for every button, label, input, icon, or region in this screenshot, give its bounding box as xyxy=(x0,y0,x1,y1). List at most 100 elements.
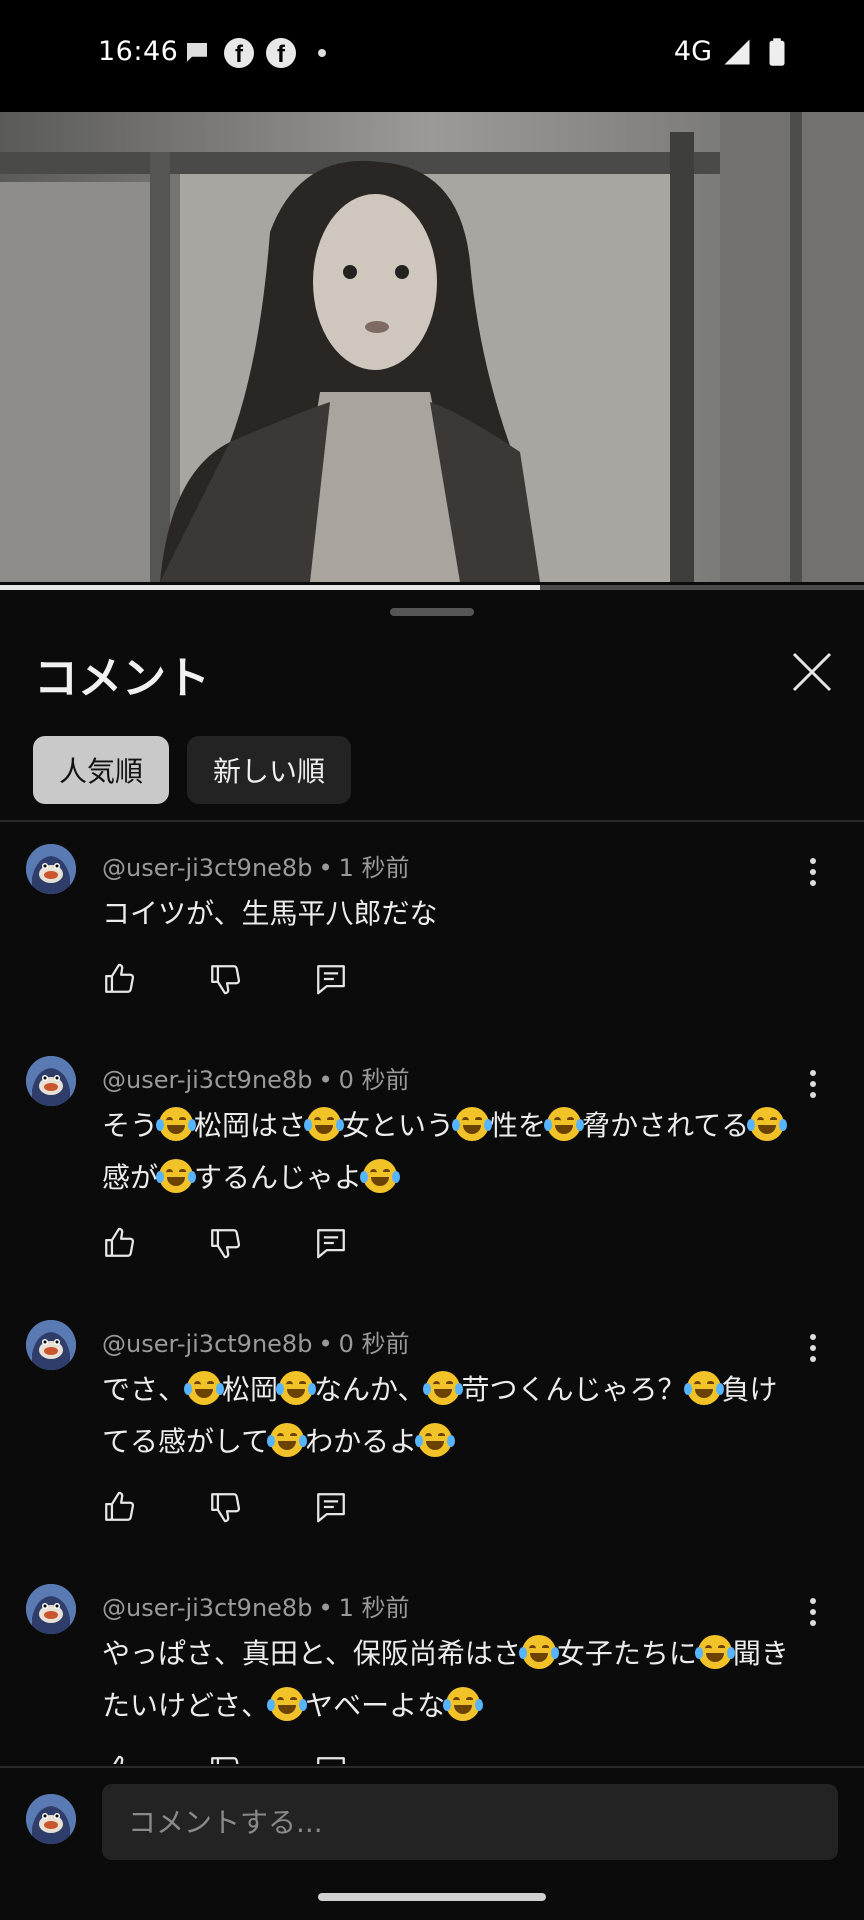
comment-item: @user-ji3ct9ne8b • 0 秒前 でさ、 松岡 なんか、 苛つくんじゃろ？ 負け… xyxy=(0,1320,864,1584)
comment-author[interactable]: @user-ji3ct9ne8b xyxy=(102,1066,312,1094)
more-options-icon[interactable] xyxy=(800,1592,826,1632)
divider xyxy=(0,820,864,822)
meta-separator: • xyxy=(318,1066,333,1094)
comment-text-segment: 女という xyxy=(342,1109,455,1142)
comment-time: 0 秒前 xyxy=(338,1066,410,1094)
comment-text: でさ、 松岡 なんか、 苛つくんじゃろ？ 負けてる感がして わかるよ xyxy=(102,1364,802,1468)
notification-icons: f f xyxy=(182,38,326,68)
status-right: 4G xyxy=(674,36,792,67)
comment-input[interactable] xyxy=(102,1784,838,1860)
comment-text: やっぱさ、真田と、保阪尚希はさ 女子たちに 聞きたいけどさ、 ヤベーよな xyxy=(102,1628,802,1732)
comment-text-segment: 性を xyxy=(490,1109,547,1142)
laughing-tears-emoji-icon xyxy=(276,1371,317,1405)
close-icon[interactable] xyxy=(786,646,838,698)
meta-separator: • xyxy=(318,1594,333,1622)
comment-text: コイツが、生馬平八郎だな xyxy=(102,888,802,940)
meta-separator: • xyxy=(318,1330,333,1358)
laughing-tears-emoji-icon xyxy=(683,1371,724,1405)
sort-chip-popular[interactable]: 人気順 xyxy=(33,736,170,804)
laughing-tears-emoji-icon xyxy=(747,1107,788,1141)
dislike-icon[interactable] xyxy=(208,1754,242,1764)
comment-time: 1 秒前 xyxy=(338,854,410,882)
comment-text-segment: 松岡 xyxy=(222,1373,279,1406)
video-frame xyxy=(0,112,864,582)
like-icon[interactable] xyxy=(102,1490,136,1524)
comment-text-segment: そう xyxy=(102,1109,159,1142)
laughing-tears-emoji-icon xyxy=(694,1635,735,1669)
drag-handle[interactable] xyxy=(390,608,474,616)
more-options-icon[interactable] xyxy=(800,1328,826,1368)
reply-icon[interactable] xyxy=(314,1490,348,1524)
dot-icon xyxy=(318,49,326,57)
comment-meta: @user-ji3ct9ne8b • 0 秒前 xyxy=(102,1060,410,1095)
laughing-tears-emoji-icon xyxy=(156,1159,197,1193)
laughing-tears-emoji-icon xyxy=(423,1371,464,1405)
comment-author[interactable]: @user-ji3ct9ne8b xyxy=(102,1330,312,1358)
sort-chip-newest[interactable]: 新しい順 xyxy=(187,736,352,804)
meta-separator: • xyxy=(318,854,333,882)
comment-meta: @user-ji3ct9ne8b • 1 秒前 xyxy=(102,848,410,883)
avatar[interactable] xyxy=(26,1320,76,1370)
laughing-tears-emoji-icon xyxy=(184,1371,225,1405)
comment-author[interactable]: @user-ji3ct9ne8b xyxy=(102,854,312,882)
comment-meta: @user-ji3ct9ne8b • 1 秒前 xyxy=(102,1588,410,1623)
facebook-icon: f xyxy=(224,38,254,68)
comment-text-segment: でさ、 xyxy=(102,1373,187,1406)
comment-text: そう 松岡はさ 女という 性を 脅かされてる感が するんじゃよ xyxy=(102,1100,802,1204)
comment-item: @user-ji3ct9ne8b • 1 秒前やっぱさ、真田と、保阪尚希はさ 女子たち… xyxy=(0,1584,864,1764)
comment-time: 1 秒前 xyxy=(338,1594,410,1622)
comment-text-segment: コイツが、生馬平八郎だな xyxy=(102,897,438,930)
comment-text-segment: やっぱさ、真田と、保阪尚希はさ xyxy=(102,1637,521,1670)
comment-item: @user-ji3ct9ne8b • 0 秒前 そう 松岡はさ 女という 性を 脅かされてる感… xyxy=(0,1056,864,1320)
comment-text-segment: わかるよ xyxy=(305,1425,418,1458)
more-options-icon[interactable] xyxy=(800,852,826,892)
chat-bubble-icon xyxy=(187,43,207,62)
like-icon[interactable] xyxy=(102,1754,136,1764)
reply-icon[interactable] xyxy=(314,1226,348,1260)
avatar xyxy=(26,1794,76,1844)
comment-author[interactable]: @user-ji3ct9ne8b xyxy=(102,1594,312,1622)
reply-icon[interactable] xyxy=(314,962,348,996)
more-options-icon[interactable] xyxy=(800,1064,826,1104)
dislike-icon[interactable] xyxy=(208,962,242,996)
sheet-title: コメント xyxy=(34,653,210,704)
laughing-tears-emoji-icon xyxy=(267,1687,308,1721)
battery-icon xyxy=(769,37,785,66)
comment-text-segment: 感が xyxy=(102,1161,159,1194)
laughing-tears-emoji-icon xyxy=(360,1159,401,1193)
sort-chips: 人気順 新しい順 xyxy=(33,736,352,804)
signal-icon xyxy=(724,39,750,64)
comment-text-segment: 女子たちに xyxy=(556,1637,697,1670)
comment-text-segment: ヤベーよな xyxy=(305,1689,446,1722)
avatar[interactable] xyxy=(26,1584,76,1634)
home-indicator[interactable] xyxy=(318,1893,546,1901)
dislike-icon[interactable] xyxy=(208,1490,242,1524)
status-bar: 16:46 f f 4G xyxy=(0,0,864,112)
video-progress-bar[interactable] xyxy=(0,585,864,590)
comment-text-segment: 苛つくんじゃろ？ xyxy=(461,1373,686,1406)
reply-icon[interactable] xyxy=(314,1754,348,1764)
comment-actions xyxy=(102,1226,420,1260)
laughing-tears-emoji-icon xyxy=(452,1107,493,1141)
like-icon[interactable] xyxy=(102,1226,136,1260)
dislike-icon[interactable] xyxy=(208,1226,242,1260)
video-player[interactable] xyxy=(0,112,864,582)
laughing-tears-emoji-icon xyxy=(544,1107,585,1141)
laughing-tears-emoji-icon xyxy=(518,1635,559,1669)
comment-meta: @user-ji3ct9ne8b • 0 秒前 xyxy=(102,1324,410,1359)
comment-item: @user-ji3ct9ne8b • 1 秒前 コイツが、生馬平八郎だな xyxy=(0,844,864,1056)
comment-text-segment: なんか、 xyxy=(314,1373,426,1406)
laughing-tears-emoji-icon xyxy=(443,1687,484,1721)
avatar[interactable] xyxy=(26,844,76,894)
network-label: 4G xyxy=(673,36,712,67)
avatar[interactable] xyxy=(26,1056,76,1106)
laughing-tears-emoji-icon xyxy=(267,1423,308,1457)
comment-text-segment: 松岡はさ xyxy=(194,1109,307,1142)
status-time: 16:46 xyxy=(98,36,179,67)
laughing-tears-emoji-icon xyxy=(304,1107,345,1141)
like-icon[interactable] xyxy=(102,962,136,996)
comment-text-segment: 脅かされてる xyxy=(582,1109,750,1142)
comments-sheet: コメント 人気順 新しい順 @user-ji3ct9ne8b • 1 秒前 コイツが、… xyxy=(0,592,864,1920)
facebook-icon: f xyxy=(266,38,296,68)
comment-text-segment: するんじゃよ xyxy=(194,1161,363,1194)
